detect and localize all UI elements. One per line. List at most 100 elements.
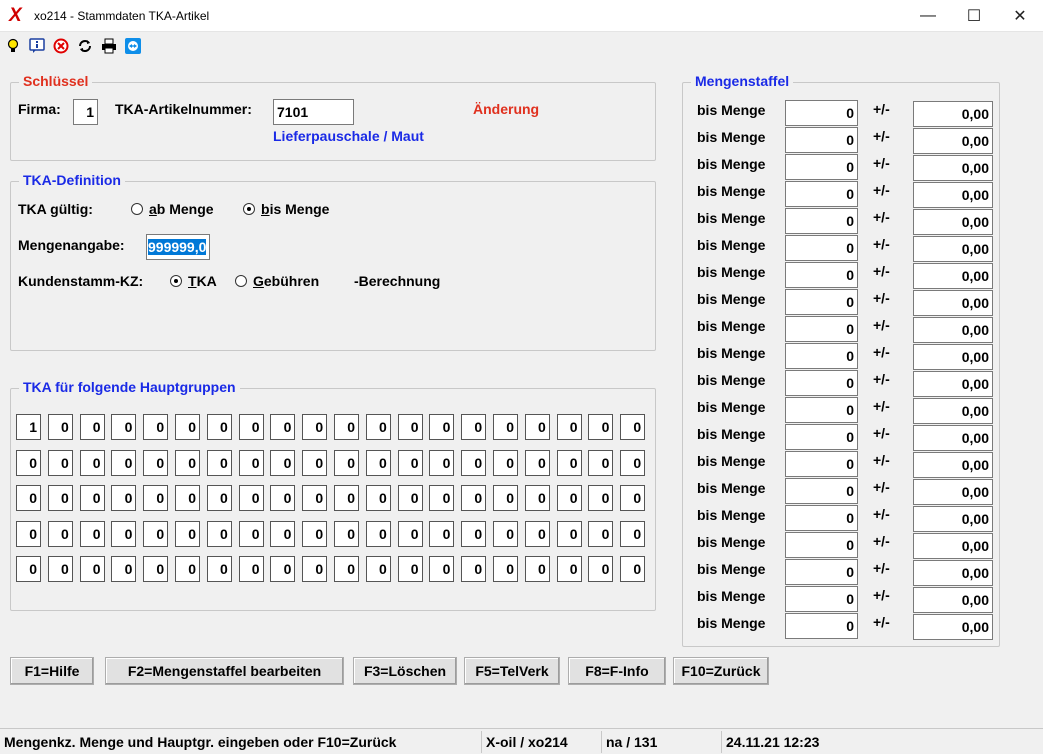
betrag-field[interactable]: 0,00: [913, 209, 993, 235]
bis-menge-field[interactable]: 0: [785, 532, 858, 558]
hauptgruppe-cell[interactable]: 0: [620, 520, 646, 547]
bis-menge-field[interactable]: 0: [785, 154, 858, 180]
hauptgruppe-cell[interactable]: 0: [397, 485, 423, 511]
hauptgruppe-cell[interactable]: 0: [365, 449, 391, 476]
hauptgruppe-cell[interactable]: 0: [79, 485, 105, 511]
gebuehren-radio[interactable]: [235, 275, 247, 287]
hauptgruppe-cell[interactable]: 0: [493, 520, 518, 547]
close-button[interactable]: ✕: [997, 0, 1043, 32]
ab-menge-radio[interactable]: [131, 203, 143, 215]
f-info-button[interactable]: F8=F-Info: [568, 657, 666, 685]
hauptgruppe-cell[interactable]: 0: [111, 449, 137, 476]
betrag-field[interactable]: 0,00: [913, 128, 993, 154]
hauptgruppe-cell[interactable]: 0: [429, 414, 455, 440]
hauptgruppe-cell[interactable]: 0: [238, 520, 264, 547]
hauptgruppe-cell[interactable]: 0: [556, 485, 582, 511]
hauptgruppe-cell[interactable]: 0: [47, 556, 73, 582]
betrag-field[interactable]: 0,00: [913, 101, 993, 127]
bis-menge-field[interactable]: 0: [785, 424, 858, 450]
betrag-field[interactable]: 0,00: [913, 533, 993, 559]
hauptgruppe-cell[interactable]: 0: [302, 485, 328, 511]
hauptgruppe-cell[interactable]: 0: [397, 414, 423, 440]
hauptgruppe-cell[interactable]: 0: [461, 485, 487, 511]
betrag-field[interactable]: 0,00: [913, 452, 993, 478]
delete-button[interactable]: F3=Löschen: [353, 657, 457, 685]
hauptgruppe-cell[interactable]: 0: [365, 485, 391, 511]
bis-menge-field[interactable]: 0: [785, 397, 858, 423]
tka-radio[interactable]: [170, 275, 182, 287]
hauptgruppe-cell[interactable]: 0: [588, 414, 614, 440]
betrag-field[interactable]: 0,00: [913, 614, 993, 640]
hauptgruppe-cell[interactable]: 0: [79, 556, 105, 582]
hauptgruppe-cell[interactable]: 0: [206, 414, 232, 440]
betrag-field[interactable]: 0,00: [913, 236, 993, 262]
hauptgruppe-cell[interactable]: 0: [175, 485, 200, 511]
hauptgruppe-cell[interactable]: 0: [524, 485, 550, 511]
hauptgruppe-cell[interactable]: 0: [429, 485, 455, 511]
hauptgruppe-cell[interactable]: 0: [79, 449, 105, 476]
hauptgruppe-cell[interactable]: 0: [429, 556, 455, 582]
betrag-field[interactable]: 0,00: [913, 371, 993, 397]
ab-menge-label[interactable]: ab Menge: [149, 201, 214, 217]
hauptgruppe-cell[interactable]: 0: [16, 485, 41, 511]
bis-menge-field[interactable]: 0: [785, 343, 858, 369]
hauptgruppe-cell[interactable]: 0: [206, 520, 232, 547]
hauptgruppe-cell[interactable]: 0: [620, 449, 646, 476]
hauptgruppe-cell[interactable]: 0: [143, 556, 169, 582]
hauptgruppe-cell[interactable]: 0: [524, 414, 550, 440]
hauptgruppe-cell[interactable]: 0: [588, 556, 614, 582]
bis-menge-field[interactable]: 0: [785, 181, 858, 207]
betrag-field[interactable]: 0,00: [913, 317, 993, 343]
betrag-field[interactable]: 0,00: [913, 263, 993, 289]
hauptgruppe-cell[interactable]: 0: [47, 449, 73, 476]
bis-menge-field[interactable]: 0: [785, 262, 858, 288]
hauptgruppe-cell[interactable]: 0: [111, 556, 137, 582]
hauptgruppe-cell[interactable]: 0: [493, 414, 518, 440]
hauptgruppe-cell[interactable]: 0: [524, 520, 550, 547]
hauptgruppe-cell[interactable]: 0: [206, 556, 232, 582]
bis-menge-field[interactable]: 0: [785, 505, 858, 531]
hauptgruppe-cell[interactable]: 0: [556, 449, 582, 476]
hauptgruppe-cell[interactable]: 0: [461, 520, 487, 547]
hauptgruppe-cell[interactable]: 0: [206, 485, 232, 511]
mengenangabe-field[interactable]: 999999,0: [146, 234, 210, 260]
hauptgruppe-cell[interactable]: 0: [461, 556, 487, 582]
hauptgruppe-cell[interactable]: 0: [175, 556, 200, 582]
teamviewer-icon[interactable]: [124, 37, 142, 55]
bis-menge-field[interactable]: 0: [785, 289, 858, 315]
hauptgruppe-cell[interactable]: 0: [175, 414, 200, 440]
hauptgruppe-cell[interactable]: 0: [429, 449, 455, 476]
hauptgruppe-cell[interactable]: 0: [365, 414, 391, 440]
hauptgruppe-cell[interactable]: 0: [302, 449, 328, 476]
betrag-field[interactable]: 0,00: [913, 290, 993, 316]
hauptgruppe-cell[interactable]: 0: [16, 556, 41, 582]
hauptgruppe-cell[interactable]: 0: [16, 449, 41, 476]
firma-field[interactable]: 1: [73, 99, 98, 125]
hauptgruppe-cell[interactable]: 0: [461, 414, 487, 440]
hauptgruppe-cell[interactable]: 0: [143, 414, 169, 440]
hauptgruppe-cell[interactable]: 0: [16, 520, 41, 547]
hauptgruppe-cell[interactable]: 0: [620, 485, 646, 511]
hauptgruppe-cell[interactable]: 0: [461, 449, 487, 476]
bis-menge-field[interactable]: 0: [785, 100, 858, 126]
refresh-icon[interactable]: [76, 37, 94, 55]
bis-menge-field[interactable]: 0: [785, 478, 858, 504]
telverk-button[interactable]: F5=TelVerk: [464, 657, 560, 685]
hauptgruppe-cell[interactable]: 0: [175, 520, 200, 547]
tka-radio-label[interactable]: TKA: [188, 273, 217, 289]
hauptgruppe-cell[interactable]: 0: [493, 485, 518, 511]
hauptgruppe-cell[interactable]: 0: [270, 520, 296, 547]
maximize-button[interactable]: ☐: [951, 0, 997, 32]
hauptgruppe-cell[interactable]: 0: [111, 485, 137, 511]
hauptgruppe-cell[interactable]: 0: [556, 520, 582, 547]
bis-menge-field[interactable]: 0: [785, 127, 858, 153]
hauptgruppe-cell[interactable]: 0: [620, 556, 646, 582]
hauptgruppe-cell[interactable]: 0: [524, 556, 550, 582]
hauptgruppe-cell[interactable]: 0: [429, 520, 455, 547]
hauptgruppe-cell[interactable]: 0: [143, 520, 169, 547]
artikelnummer-field[interactable]: 7101: [273, 99, 354, 125]
betrag-field[interactable]: 0,00: [913, 479, 993, 505]
hauptgruppe-cell[interactable]: 0: [270, 449, 296, 476]
edit-mengenstaffel-button[interactable]: F2=Mengenstaffel bearbeiten: [105, 657, 344, 685]
hauptgruppe-cell[interactable]: 1: [16, 414, 41, 440]
